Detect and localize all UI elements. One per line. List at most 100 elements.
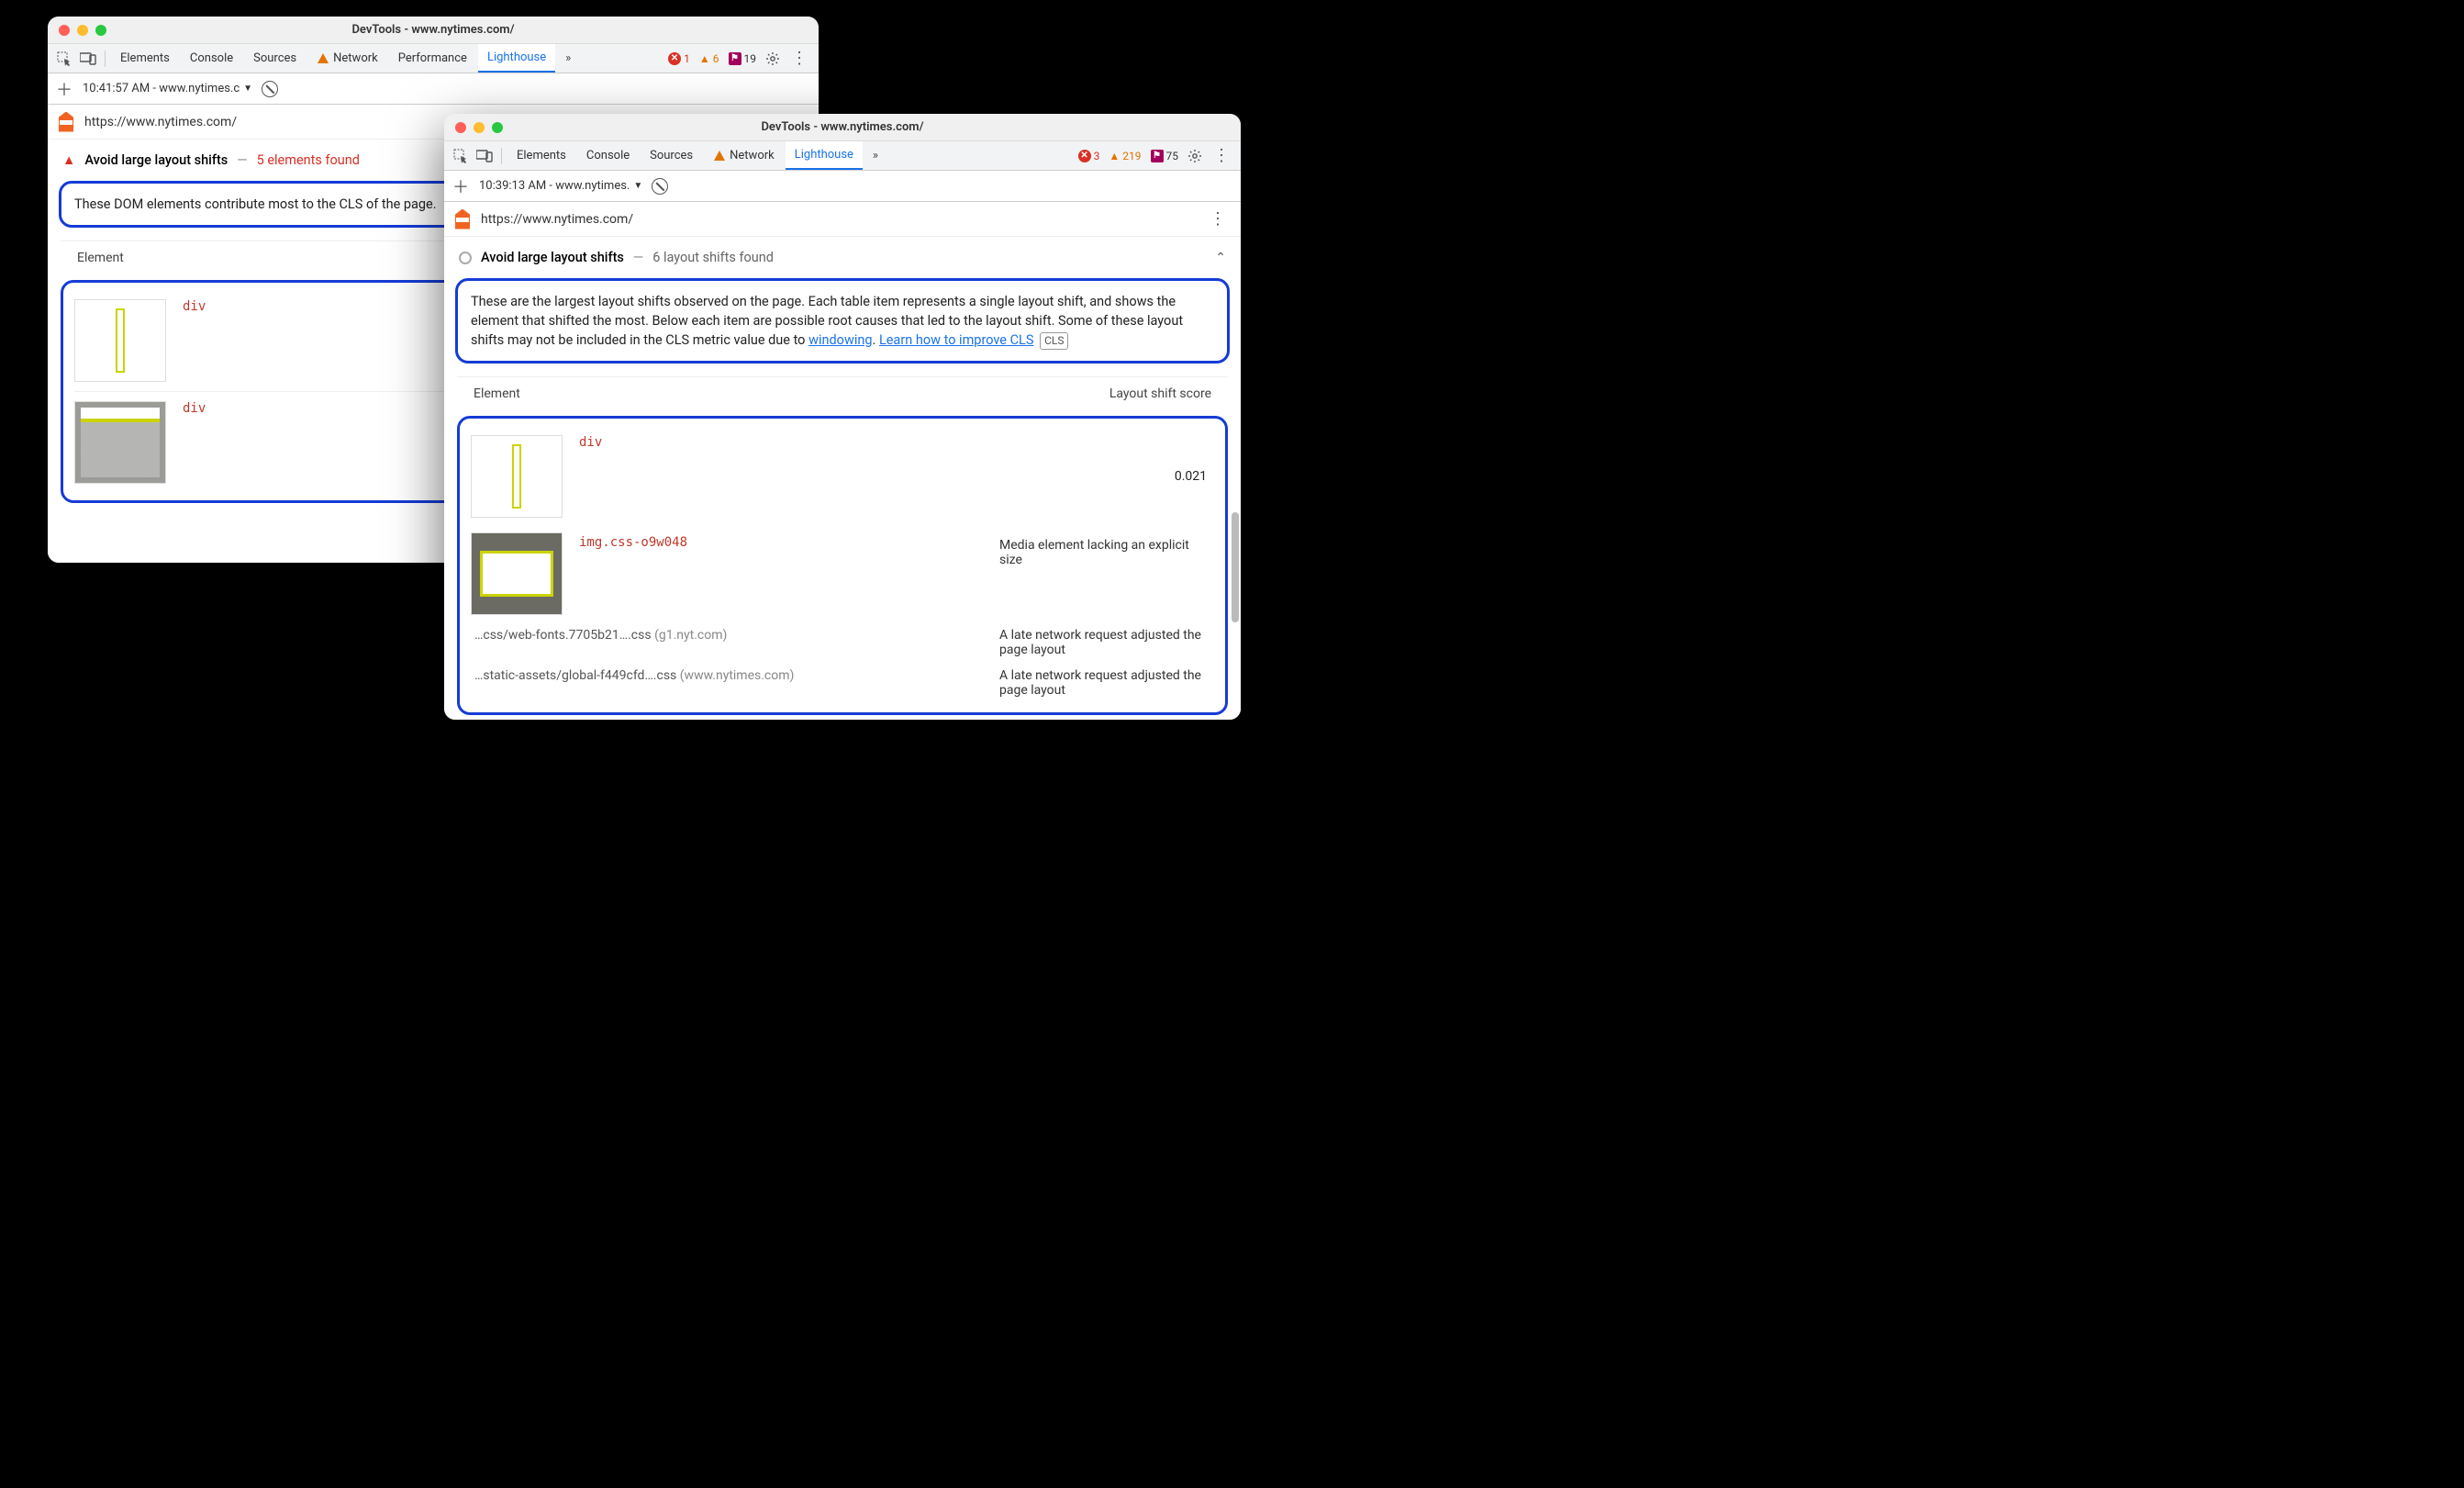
more-tabs-icon[interactable]: » <box>557 48 579 70</box>
table-row[interactable]: …static-assets/global-f449cfd….css (www.… <box>471 663 1214 703</box>
settings-icon[interactable] <box>1184 145 1206 167</box>
audit-header[interactable]: Avoid large layout shifts — 6 layout shi… <box>444 237 1241 278</box>
windowing-link[interactable]: windowing <box>808 332 872 348</box>
violation-badge[interactable]: ⚑19 <box>729 52 757 65</box>
close-icon[interactable] <box>455 122 466 133</box>
audit-description: These DOM elements contribute most to th… <box>74 196 437 212</box>
content-pane: Avoid large layout shifts — 6 layout shi… <box>444 237 1241 720</box>
learn-cls-link[interactable]: Learn how to improve CLS <box>879 332 1034 348</box>
element-thumbnail <box>74 299 166 382</box>
status-circle-icon <box>459 252 472 264</box>
inspect-icon[interactable] <box>450 145 472 167</box>
devtools-window-b: DevTools - www.nytimes.com/ Elements Con… <box>444 114 1241 720</box>
tab-bar: Elements Console Sources Network Perform… <box>48 44 819 73</box>
warning-badge[interactable]: ▲6 <box>699 52 719 65</box>
warning-badge[interactable]: ▲219 <box>1109 150 1141 162</box>
scrollbar[interactable] <box>1232 512 1239 622</box>
resource-domain: (www.nytimes.com) <box>680 668 795 683</box>
inspect-icon[interactable] <box>53 48 75 70</box>
dash: — <box>633 250 643 265</box>
dash: — <box>237 152 247 168</box>
page-url: https://www.nytimes.com/ <box>481 212 633 227</box>
tab-lighthouse[interactable]: Lighthouse <box>786 141 863 170</box>
element-thumbnail <box>471 435 563 518</box>
device-icon[interactable] <box>474 145 496 167</box>
report-menu-icon[interactable]: ⋮ <box>1204 209 1232 229</box>
tab-network[interactable]: Network <box>307 44 387 73</box>
col-element: Element <box>474 386 520 401</box>
element-thumbnail <box>471 532 563 615</box>
new-report-button[interactable]: ＋ <box>55 77 73 101</box>
tab-network-label: Network <box>730 149 775 162</box>
root-cause: Media element lacking an explicit size <box>999 538 1210 567</box>
tab-network[interactable]: Network <box>704 141 784 170</box>
element-thumbnail <box>74 401 166 484</box>
root-cause: A late network request adjusted the page… <box>999 628 1210 657</box>
element-selector: img.css-o9w048 <box>579 535 687 550</box>
chevron-down-icon: ▼ <box>243 84 252 94</box>
audit-title: Avoid large layout shifts <box>84 152 228 168</box>
minimize-icon[interactable] <box>474 122 485 133</box>
tab-console[interactable]: Console <box>577 141 639 170</box>
zoom-icon[interactable] <box>95 25 106 36</box>
violation-badge[interactable]: ⚑75 <box>1151 150 1179 162</box>
traffic-lights <box>455 122 503 133</box>
report-subbar: ＋ 10:41:57 AM - www.nytimes.c ▼ <box>48 73 819 105</box>
report-subbar: ＋ 10:39:13 AM - www.nytimes. ▼ <box>444 171 1241 202</box>
root-cause: A late network request adjusted the page… <box>999 668 1210 698</box>
report-time-label: 10:39:13 AM - www.nytimes. <box>479 179 630 193</box>
tab-bar: Elements Console Sources Network Lightho… <box>444 141 1241 171</box>
table-row[interactable]: img.css-o9w048 Media element lacking an … <box>471 525 1214 622</box>
tab-console[interactable]: Console <box>181 44 242 73</box>
table-row[interactable]: div 0.021 <box>471 428 1214 525</box>
titlebar: DevTools - www.nytimes.com/ <box>444 114 1241 141</box>
traffic-lights <box>59 25 106 36</box>
settings-icon[interactable] <box>762 48 784 70</box>
chevron-down-icon: ▼ <box>633 181 642 191</box>
audit-description-box: These are the largest layout shifts obse… <box>455 278 1230 364</box>
minimize-icon[interactable] <box>77 25 88 36</box>
tab-performance[interactable]: Performance <box>389 44 476 73</box>
new-report-button[interactable]: ＋ <box>452 174 470 198</box>
url-bar: https://www.nytimes.com/ ⋮ <box>444 202 1241 237</box>
cls-chip: CLS <box>1040 332 1068 350</box>
report-dropdown[interactable]: 10:39:13 AM - www.nytimes. ▼ <box>479 179 642 193</box>
col-element: Element <box>77 251 124 265</box>
tab-elements[interactable]: Elements <box>507 141 575 170</box>
tab-sources[interactable]: Sources <box>244 44 306 73</box>
lighthouse-icon <box>453 209 472 229</box>
resource-path: …css/web-fonts.7705b21….css <box>474 628 652 643</box>
error-badge[interactable]: ✕3 <box>1078 150 1100 162</box>
page-url: https://www.nytimes.com/ <box>84 115 237 129</box>
kebab-icon[interactable]: ⋮ <box>1208 146 1235 165</box>
table-header: Element Layout shift score <box>457 376 1228 410</box>
tab-network-label: Network <box>333 51 378 65</box>
table-row[interactable]: …css/web-fonts.7705b21….css (g1.nyt.com)… <box>471 622 1214 663</box>
audit-count: 5 elements found <box>257 152 360 168</box>
clear-icon[interactable] <box>652 178 668 195</box>
kebab-icon[interactable]: ⋮ <box>786 49 813 68</box>
element-selector: div <box>183 401 206 416</box>
error-badge[interactable]: ✕1 <box>668 52 690 65</box>
more-tabs-icon[interactable]: » <box>864 145 886 167</box>
close-icon[interactable] <box>59 25 70 36</box>
tab-lighthouse[interactable]: Lighthouse <box>478 44 555 73</box>
window-title: DevTools - www.nytimes.com/ <box>444 120 1241 134</box>
tab-elements[interactable]: Elements <box>111 44 179 73</box>
report-dropdown[interactable]: 10:41:57 AM - www.nytimes.c ▼ <box>83 82 252 95</box>
audit-description-mid: . <box>873 332 879 348</box>
audit-count: 6 layout shifts found <box>652 250 774 265</box>
element-selector: div <box>579 435 602 450</box>
audit-title: Avoid large layout shifts <box>481 250 624 265</box>
zoom-icon[interactable] <box>492 122 503 133</box>
device-icon[interactable] <box>77 48 99 70</box>
element-selector: div <box>183 299 206 314</box>
clear-icon[interactable] <box>262 81 278 97</box>
tab-sources[interactable]: Sources <box>641 141 702 170</box>
layout-shift-score: 0.021 <box>1175 469 1214 484</box>
resource-domain: (g1.nyt.com) <box>654 628 727 643</box>
warning-triangle-icon: ▲ <box>62 152 75 168</box>
lighthouse-icon <box>57 112 75 132</box>
resource-path: …static-assets/global-f449cfd….css <box>474 668 676 683</box>
chevron-up-icon[interactable]: ⌃ <box>1215 251 1226 265</box>
